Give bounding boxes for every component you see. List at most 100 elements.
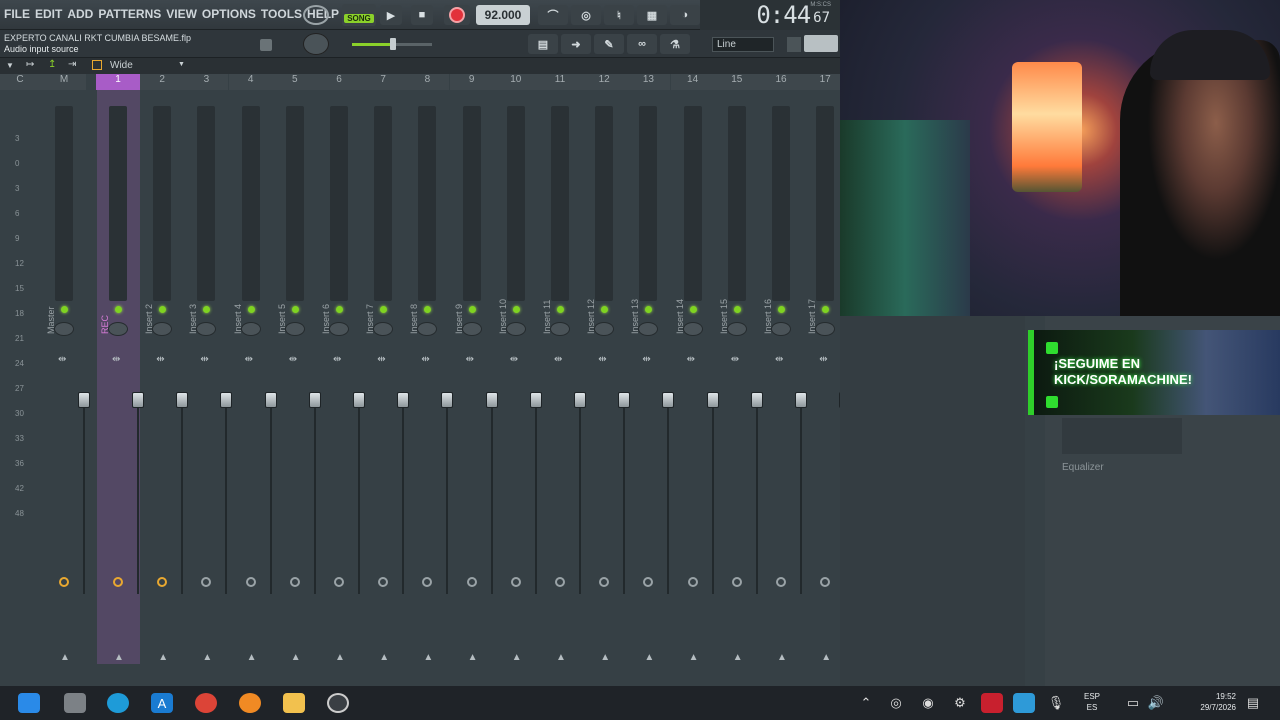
mixer-folder-icon[interactable] — [92, 60, 102, 70]
pan-knob[interactable] — [240, 322, 261, 336]
insert-number[interactable]: 12 — [582, 74, 627, 90]
send-arrow-icon[interactable]: ▲ — [644, 652, 654, 663]
volume-fader[interactable] — [662, 392, 675, 408]
insert-number[interactable]: M — [42, 74, 86, 90]
route-switch[interactable] — [510, 577, 521, 587]
pan-knob[interactable] — [54, 322, 74, 336]
volume-icon[interactable]: 🔊 — [1145, 693, 1167, 713]
stereo-separation-icon[interactable]: ⇹ — [289, 354, 297, 365]
volume-fader[interactable] — [485, 392, 498, 408]
stereo-separation-icon[interactable]: ⇹ — [200, 354, 208, 365]
insert-number[interactable]: C — [0, 74, 42, 90]
stereo-separation-icon[interactable]: ⇹ — [775, 354, 783, 365]
insert-enable-led[interactable] — [203, 306, 211, 313]
piano-roll-button[interactable]: ▤ — [528, 34, 558, 54]
insert-name[interactable]: Insert 7 — [365, 264, 375, 334]
route-switch[interactable] — [59, 577, 69, 587]
tray-app-icon[interactable] — [1013, 693, 1035, 713]
menu-add[interactable]: ADD — [67, 7, 93, 21]
stereo-separation-icon[interactable]: ⇹ — [333, 354, 341, 365]
send-arrow-icon[interactable]: ▲ — [777, 652, 787, 663]
volume-fader[interactable] — [529, 392, 542, 408]
insert-enable-led[interactable] — [468, 306, 476, 313]
volume-fader[interactable] — [618, 392, 631, 408]
volume-fader[interactable] — [78, 392, 90, 408]
stereo-separation-icon[interactable]: ⇹ — [731, 354, 739, 365]
tray-mic-icon[interactable]: 🎙 — [1045, 693, 1067, 713]
insert-number[interactable]: 7 — [361, 74, 406, 90]
stereo-separation-icon[interactable]: ⇹ — [156, 354, 164, 365]
insert-enable-led[interactable] — [822, 306, 830, 313]
insert-name[interactable]: Insert 3 — [188, 264, 198, 334]
volume-fader[interactable] — [176, 392, 189, 408]
insert-name[interactable]: Insert 6 — [321, 264, 331, 334]
insert-enable-led[interactable] — [557, 306, 564, 313]
volume-fader[interactable] — [220, 392, 233, 408]
mixer-arrange-icon[interactable]: ⇥ — [68, 59, 76, 70]
mixer-button[interactable]: ✎ — [594, 34, 624, 54]
insert-name[interactable]: Insert 17 — [807, 264, 817, 334]
insert-name[interactable]: Insert 13 — [630, 264, 640, 334]
song-mode-toggle[interactable]: SONG — [342, 4, 376, 26]
stereo-separation-icon[interactable]: ⇹ — [245, 354, 253, 365]
master-pitch-handle[interactable] — [390, 38, 396, 50]
insert-enable-led[interactable] — [380, 306, 388, 313]
pan-knob[interactable] — [108, 322, 128, 336]
tray-app-icon[interactable]: ◉ — [917, 693, 939, 713]
stereo-separation-icon[interactable]: ⇹ — [554, 354, 562, 365]
stop-button[interactable]: ■ — [411, 5, 433, 25]
pan-knob[interactable] — [594, 322, 615, 336]
insert-name[interactable]: Insert 9 — [454, 264, 464, 334]
pan-knob[interactable] — [152, 322, 173, 336]
send-arrow-icon[interactable]: ▲ — [600, 652, 610, 663]
route-switch[interactable] — [289, 577, 300, 587]
insert-number[interactable]: 16 — [759, 74, 803, 90]
send-arrow-icon[interactable]: ▲ — [335, 652, 345, 663]
insert-enable-led[interactable] — [159, 306, 167, 313]
view-dropdown-icon[interactable]: ▼ — [178, 61, 185, 68]
tempo-display[interactable]: 92.000 — [476, 5, 530, 25]
task-view-icon[interactable] — [64, 693, 86, 713]
volume-fader[interactable] — [308, 392, 321, 408]
insert-number[interactable]: 2 — [140, 74, 185, 90]
route-switch[interactable] — [687, 577, 698, 587]
insert-enable-led[interactable] — [645, 306, 653, 313]
fl-studio-icon[interactable] — [239, 693, 261, 713]
menu-view[interactable]: VIEW — [166, 7, 197, 21]
insert-name[interactable]: Insert 2 — [144, 264, 154, 334]
route-switch[interactable] — [643, 577, 654, 587]
insert-name[interactable]: Insert 5 — [277, 264, 287, 334]
insert-name[interactable]: Insert 4 — [233, 264, 243, 334]
text-editor-icon[interactable]: A — [151, 693, 173, 713]
notifications-icon[interactable]: ▤ — [1242, 693, 1264, 713]
insert-number[interactable]: 15 — [714, 74, 759, 90]
menu-patterns[interactable]: PATTERNS — [98, 7, 161, 21]
obs-icon[interactable] — [327, 693, 349, 713]
route-switch[interactable] — [731, 577, 742, 587]
language-indicator[interactable]: ESP ES — [1084, 691, 1100, 713]
pan-knob[interactable] — [373, 322, 394, 336]
play-button[interactable]: ▶ — [380, 5, 402, 25]
insert-name[interactable]: Insert 12 — [586, 264, 596, 334]
record-button[interactable] — [444, 5, 470, 25]
edge-icon[interactable] — [107, 693, 129, 713]
volume-fader[interactable] — [397, 392, 410, 408]
menu-file[interactable]: FILE — [4, 7, 30, 21]
insert-number[interactable]: 5 — [272, 74, 317, 90]
insert-number[interactable]: 11 — [538, 74, 582, 90]
pan-knob[interactable] — [461, 322, 482, 336]
pan-knob[interactable] — [196, 322, 217, 336]
insert-name[interactable]: Insert 14 — [675, 264, 685, 334]
stereo-separation-icon[interactable]: ⇹ — [819, 354, 827, 365]
insert-number[interactable]: 3 — [184, 74, 229, 90]
link-button[interactable]: ∞ — [627, 34, 657, 54]
route-switch[interactable] — [334, 577, 344, 587]
insert-enable-led[interactable] — [61, 306, 68, 313]
pan-knob[interactable] — [638, 322, 659, 336]
volume-fader[interactable] — [706, 392, 719, 408]
tray-app-icon[interactable]: ◎ — [885, 693, 907, 713]
wait-button[interactable]: ◎ — [571, 5, 601, 25]
start-icon[interactable] — [18, 693, 40, 713]
cpu-knob[interactable] — [303, 5, 329, 25]
stereo-separation-icon[interactable]: ⇹ — [58, 354, 66, 365]
